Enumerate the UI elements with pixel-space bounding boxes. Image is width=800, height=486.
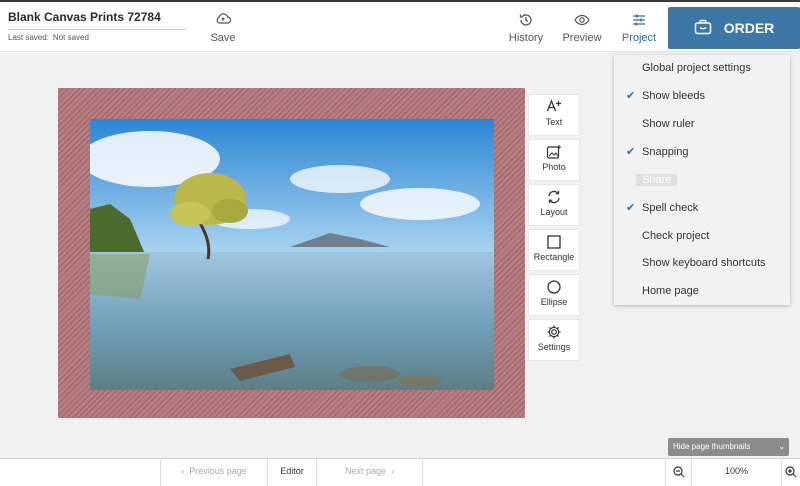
text-add-icon (529, 99, 579, 115)
gear-icon (529, 324, 579, 340)
history-label: History (508, 32, 544, 44)
chevron-right-icon: › (391, 466, 395, 476)
cloud-save-icon (206, 12, 240, 28)
rectangle-tool-label: Rectangle (533, 252, 575, 262)
layout-tool-label: Layout (540, 207, 568, 217)
preview-button[interactable]: Preview (560, 12, 604, 44)
project-label: Project (621, 32, 657, 44)
canvas-page[interactable] (58, 88, 525, 418)
menu-item-label: Spell check (642, 202, 699, 214)
menu-item-check-project[interactable]: Check project (614, 225, 790, 247)
checkmark-icon: ✔ (626, 90, 636, 102)
editor-label: Editor (280, 466, 304, 476)
order-label: ORDER (723, 20, 775, 36)
eye-icon (560, 12, 604, 28)
hide-thumbnails-button[interactable]: Hide page thumbnails ⌄ (668, 438, 789, 456)
save-button[interactable]: Save (206, 12, 240, 44)
menu-item-show-ruler[interactable]: Show ruler (614, 113, 790, 135)
ellipse-tool-label: Ellipse (540, 297, 568, 307)
chevron-left-icon: ‹ (181, 466, 185, 476)
menu-item-label: Show ruler (642, 118, 695, 130)
menu-item-spell-check[interactable]: ✔ Spell check (614, 197, 790, 219)
canvas-photo[interactable] (90, 119, 494, 390)
editor-tab[interactable]: Editor (267, 459, 316, 486)
save-label: Save (210, 32, 236, 44)
order-button[interactable]: ORDER (668, 7, 800, 49)
rectangle-tool[interactable]: Rectangle (529, 230, 579, 270)
menu-item-global-settings[interactable]: Global project settings (614, 57, 790, 79)
history-button[interactable]: History (506, 12, 546, 44)
menu-item-label: Snapping (642, 146, 689, 158)
text-tool[interactable]: Text (529, 95, 579, 135)
zoom-value: 100% (724, 466, 749, 476)
previous-page-label: Previous page (189, 466, 247, 476)
menu-item-share: Share (614, 169, 790, 191)
checkmark-icon: ✔ (626, 146, 636, 158)
zoom-level[interactable]: 100% (691, 459, 781, 486)
menu-item-label: Show bleeds (642, 90, 705, 102)
zoom-out-icon (672, 466, 685, 478)
ellipse-icon (529, 279, 579, 295)
menu-item-label: Global project settings (642, 62, 751, 74)
last-saved-value: Not saved (52, 33, 89, 42)
previous-page-button[interactable]: ‹ Previous page (160, 459, 267, 486)
bottom-bar: ‹ Previous page Editor Next page › 100% (0, 458, 800, 486)
menu-item-home-page[interactable]: Home page (614, 280, 790, 302)
menu-item-label: Check project (642, 230, 710, 242)
chevron-down-icon: ⌄ (778, 442, 785, 451)
text-tool-label: Text (545, 117, 563, 127)
history-icon (506, 12, 546, 28)
menu-item-keyboard-shortcuts[interactable]: Show keyboard shortcuts (614, 252, 790, 274)
preview-label: Preview (562, 32, 602, 44)
photo-add-icon (529, 144, 579, 160)
menu-item-label: Show keyboard shortcuts (642, 257, 766, 269)
project-menu: Global project settings ✔ Show bleeds Sho… (614, 55, 790, 305)
photo-tool[interactable]: Photo (529, 140, 579, 180)
last-saved-label: Last saved: (8, 33, 49, 42)
last-saved-status: Last saved: Not saved (8, 33, 89, 42)
top-bar: Blank Canvas Prints 72784 Last saved: Not… (0, 0, 800, 52)
next-page-label: Next page (344, 466, 386, 476)
layout-tool[interactable]: Layout (529, 185, 579, 225)
sliders-icon (618, 12, 660, 28)
hide-thumbnails-label: Hide page thumbnails (673, 442, 751, 451)
layout-icon (529, 189, 579, 205)
ellipse-tool[interactable]: Ellipse (529, 275, 579, 315)
menu-item-show-bleeds[interactable]: ✔ Show bleeds (614, 85, 790, 107)
menu-item-label: Share (636, 174, 678, 186)
zoom-in-button[interactable] (781, 459, 800, 486)
project-button[interactable]: Project (618, 12, 660, 44)
menu-item-label: Home page (642, 285, 699, 297)
shopping-bag-icon (694, 19, 712, 38)
zoom-in-icon (785, 466, 797, 478)
tool-palette: Text Photo Layout Rectangle Ellipse Sett… (529, 95, 579, 365)
project-title[interactable]: Blank Canvas Prints 72784 (8, 10, 186, 30)
settings-tool[interactable]: Settings (529, 320, 579, 360)
zoom-out-button[interactable] (665, 459, 691, 486)
photo-tool-label: Photo (542, 162, 566, 172)
checkmark-icon: ✔ (626, 202, 636, 214)
next-page-button[interactable]: Next page › (316, 459, 423, 486)
menu-item-snapping[interactable]: ✔ Snapping (614, 141, 790, 163)
rectangle-icon (529, 234, 579, 250)
settings-tool-label: Settings (537, 342, 571, 352)
